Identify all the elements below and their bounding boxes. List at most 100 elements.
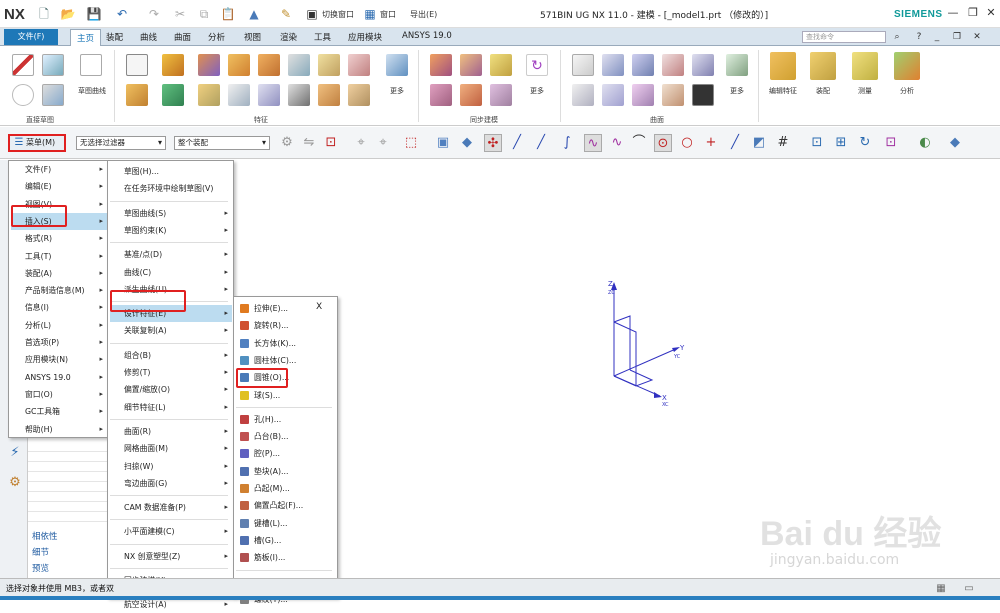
curve-point-icon[interactable]: ∫ xyxy=(558,134,576,152)
doc-minimize-icon[interactable]: _ xyxy=(930,30,944,44)
circle-point-icon[interactable]: ○ xyxy=(678,134,696,152)
orient-view-icon[interactable]: ⊡ xyxy=(882,134,900,152)
menu-item[interactable]: 腔(P)... xyxy=(236,445,336,462)
tab-view[interactable]: 视图 xyxy=(244,31,261,43)
menu-item[interactable]: 草图曲线(S) ▸ xyxy=(110,205,232,222)
more-sync-label[interactable]: 更多 xyxy=(526,86,548,96)
menu-item[interactable]: NX 创意塑型(Z) ▸ xyxy=(110,548,232,565)
menu-item[interactable]: 偏置/缩放(O) ▸ xyxy=(110,381,232,398)
face-select-icon[interactable]: ◆ xyxy=(458,134,476,152)
render-style-icon[interactable]: ◐ xyxy=(916,134,934,152)
sketch-icon[interactable] xyxy=(12,54,34,76)
edit-feature-icon[interactable] xyxy=(770,52,796,80)
switch-window-icon[interactable]: ▣ xyxy=(304,6,320,22)
pattern-icon[interactable] xyxy=(318,54,340,76)
menu-item[interactable]: 曲线(C) ▸ xyxy=(110,264,232,281)
menu-item[interactable]: 在任务环境中绘制草图(V) xyxy=(110,180,232,197)
more-surface-label[interactable]: 更多 xyxy=(726,86,748,96)
menu-item[interactable]: 长方体(K)... xyxy=(236,335,336,352)
measure-label[interactable]: 测量 xyxy=(848,86,882,96)
export-menu[interactable]: 导出(E) xyxy=(410,9,437,20)
thread-icon[interactable] xyxy=(318,84,340,106)
search-icon[interactable]: ⌕ xyxy=(890,30,904,44)
menu-item[interactable]: 窗口(O) ▸ xyxy=(11,386,107,403)
studio-surface-icon[interactable] xyxy=(632,54,654,76)
eraser-icon[interactable]: ✎ xyxy=(278,6,294,22)
draft-icon[interactable] xyxy=(348,54,370,76)
menu-item[interactable]: 分析(L) ▸ xyxy=(11,317,107,334)
snap-point2-icon[interactable]: ⌖ xyxy=(374,134,392,152)
menu-item[interactable]: 文件(F) ▸ xyxy=(11,161,107,178)
n-sided-icon[interactable] xyxy=(692,54,714,76)
menu-item[interactable]: 曲面(R) ▸ xyxy=(110,423,232,440)
midpoint-icon[interactable]: ╱ xyxy=(532,134,550,152)
menu-item[interactable]: 槽(G)... xyxy=(236,532,336,549)
through-curves-icon[interactable] xyxy=(572,54,594,76)
menu-item[interactable]: 弯边曲面(G) ▸ xyxy=(110,475,232,492)
tab-surface[interactable]: 曲面 xyxy=(174,31,191,43)
tab-tools[interactable]: 工具 xyxy=(314,31,331,43)
edge-blend-icon[interactable] xyxy=(258,54,280,76)
existing-point-icon[interactable]: + xyxy=(702,134,720,152)
analysis-label[interactable]: 分析 xyxy=(890,86,924,96)
replace-face-icon[interactable]: ↻ xyxy=(526,54,548,76)
close-icon[interactable]: X xyxy=(316,302,322,312)
dependencies-section[interactable]: 相依性 xyxy=(32,530,58,542)
extrude-icon[interactable] xyxy=(162,54,184,76)
sketch-curve-icon[interactable] xyxy=(80,54,102,76)
menu-item[interactable]: CAM 数据准备(P) ▸ xyxy=(110,499,232,516)
ruled-icon[interactable] xyxy=(602,54,624,76)
help-icon[interactable]: ? xyxy=(912,30,926,44)
endpoint-icon[interactable]: ╱ xyxy=(508,134,526,152)
tab-render[interactable]: 渲染 xyxy=(280,31,297,43)
menu-item[interactable]: 格式(R) ▸ xyxy=(11,230,107,247)
offset-region-icon[interactable] xyxy=(490,54,512,76)
pull-face-icon[interactable] xyxy=(460,54,482,76)
offset-face-icon[interactable] xyxy=(348,84,370,106)
menu-item[interactable]: 垫块(A)... xyxy=(236,463,336,480)
move-face-icon[interactable] xyxy=(430,54,452,76)
tab-home[interactable]: 主页 xyxy=(70,29,102,46)
subtract-icon[interactable] xyxy=(162,84,184,106)
circle-sketch-icon[interactable] xyxy=(12,84,34,106)
arc-center-icon[interactable]: ⌒ xyxy=(630,134,648,152)
menu-item[interactable]: 凸台(B)... xyxy=(236,428,336,445)
command-search-input[interactable]: 查找命令 xyxy=(802,31,886,43)
solid-body-icon[interactable]: ▣ xyxy=(434,134,452,152)
face-blend-icon[interactable] xyxy=(602,84,624,106)
menu-item[interactable]: 扫掠(W) ▸ xyxy=(110,458,232,475)
sketch-plane-icon[interactable] xyxy=(42,54,64,76)
cut-icon[interactable]: ✂ xyxy=(172,6,188,22)
menu-item[interactable]: 偏置凸起(F)... xyxy=(236,497,336,514)
assembly-scope-combo[interactable]: 整个装配 xyxy=(174,136,270,150)
menu-item[interactable]: 旋转(R)... xyxy=(236,317,336,334)
quadrant-icon[interactable]: ⊙ xyxy=(654,134,672,152)
menu-item[interactable]: 小平面建模(C) ▸ xyxy=(110,523,232,540)
chamfer-icon[interactable] xyxy=(198,84,220,106)
extension-icon[interactable] xyxy=(632,84,654,106)
menu-item[interactable]: 草图(H)... xyxy=(110,163,232,180)
menu-item[interactable]: 网格曲面(M) ▸ xyxy=(110,440,232,457)
menu-item[interactable]: 圆柱体(C)... xyxy=(236,352,336,369)
project-curve-icon[interactable] xyxy=(42,84,64,106)
block-icon[interactable] xyxy=(228,54,250,76)
menu-item[interactable]: 筋板(I)... xyxy=(236,549,336,566)
open-folder-icon[interactable]: 📂 xyxy=(60,6,76,22)
maximize-icon[interactable]: ❐ xyxy=(966,6,980,20)
intersection-icon[interactable]: ∿ xyxy=(608,134,626,152)
analysis-icon[interactable] xyxy=(894,52,920,80)
menu-item[interactable]: 基准/点(D) ▸ xyxy=(110,246,232,263)
window-menu[interactable]: 窗口 xyxy=(380,9,396,20)
menu-item[interactable]: 球(S)... xyxy=(236,387,336,404)
multi-select-icon[interactable]: ✣ xyxy=(484,134,502,152)
patch-icon[interactable] xyxy=(692,84,714,106)
menu-item[interactable]: 应用模块(N) ▸ xyxy=(11,351,107,368)
menu-item[interactable]: 键槽(L)... xyxy=(236,515,336,532)
more-feature-label[interactable]: 更多 xyxy=(386,86,408,96)
tab-analysis[interactable]: 分析 xyxy=(208,31,225,43)
resize-blend-icon[interactable] xyxy=(460,84,482,106)
hole-icon[interactable] xyxy=(386,54,408,76)
measure-icon[interactable] xyxy=(852,52,878,80)
tab-applications[interactable]: 应用模块 xyxy=(348,31,382,43)
save-icon[interactable]: 💾 xyxy=(86,6,102,22)
